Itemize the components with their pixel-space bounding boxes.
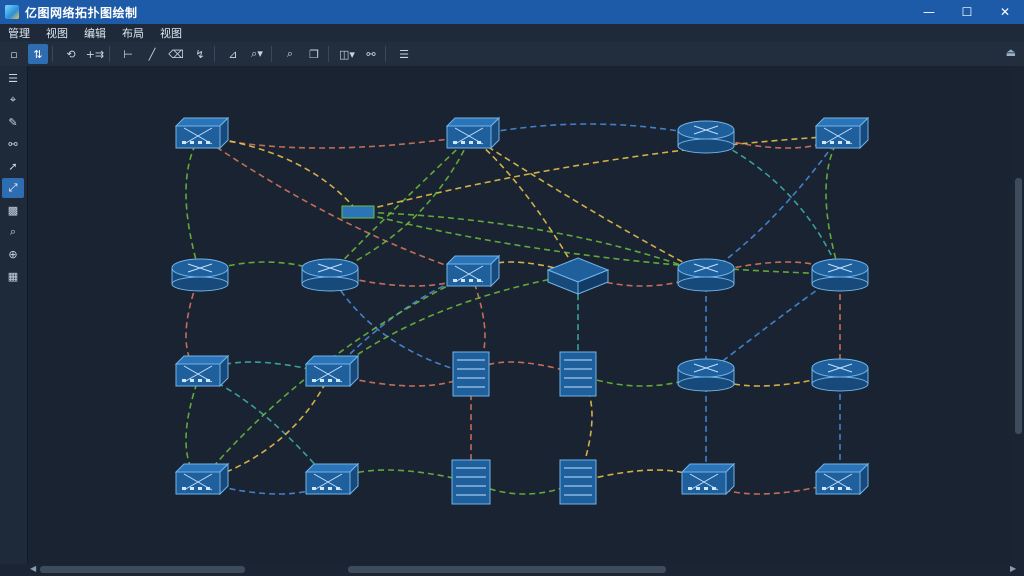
- menu-item-view[interactable]: 视图: [38, 25, 76, 41]
- window-controls: — ☐ ✕: [910, 0, 1024, 24]
- sidebar-pointer-icon[interactable]: ⌖: [2, 90, 24, 110]
- window-title: 亿图网络拓扑图绘制: [25, 5, 138, 20]
- network-link: [470, 123, 707, 137]
- network-link: [357, 211, 707, 275]
- app-logo-icon: [5, 5, 19, 19]
- menu-item-edit[interactable]: 编辑: [76, 25, 114, 41]
- network-topology-diagram[interactable]: [28, 66, 1012, 564]
- toolbar-separator: [52, 46, 53, 62]
- switch-node[interactable]: [174, 116, 230, 150]
- switch-node[interactable]: [174, 462, 230, 496]
- network-link: [199, 135, 472, 149]
- network-link: [705, 135, 841, 275]
- toolbar-copy-button[interactable]: ❐: [304, 44, 324, 64]
- switch-node[interactable]: [814, 462, 870, 496]
- sidebar-pen-icon[interactable]: ✎: [2, 112, 24, 132]
- title-bar: 亿图网络拓扑图绘制 — ☐ ✕: [0, 0, 1024, 24]
- router-node[interactable]: [811, 358, 869, 392]
- close-button[interactable]: ✕: [986, 0, 1024, 24]
- box-node[interactable]: [546, 257, 610, 295]
- sidebar-menu-icon[interactable]: ☰: [2, 68, 24, 88]
- link-layer: [185, 123, 841, 495]
- maximize-button[interactable]: ☐: [948, 0, 986, 24]
- switch-node[interactable]: [304, 462, 360, 496]
- horizontal-scroll-thumb-1[interactable]: [40, 566, 245, 573]
- sidebar-box-icon[interactable]: ▩: [2, 200, 24, 220]
- toolbar-curve-button[interactable]: ↯: [190, 44, 210, 64]
- network-link: [329, 135, 472, 275]
- server-node[interactable]: [452, 351, 490, 397]
- menu-bar: 管理 视图 编辑 布局 视图: [0, 24, 1024, 42]
- toolbar-separator: [214, 46, 215, 62]
- switch-node[interactable]: [680, 462, 736, 496]
- toolbar: ▫ ⇅ ⟲ +⇉ ⊢ ╱ ⌫ ↯ ⊿ ⌕▾ ⌕ ❐ ◫▾ ⚯ ☰ ⏏: [0, 42, 1024, 67]
- server-node[interactable]: [559, 351, 597, 397]
- vertical-scrollbar[interactable]: [1013, 66, 1024, 564]
- scroll-right-icon[interactable]: ▶: [1010, 564, 1016, 573]
- network-link: [470, 135, 707, 275]
- router-node[interactable]: [301, 258, 359, 292]
- menu-item-layout[interactable]: 布局: [114, 25, 152, 41]
- sidebar-link-icon[interactable]: ⚯: [2, 134, 24, 154]
- toolbar-eraser-button[interactable]: ⌫: [166, 44, 186, 64]
- server-node[interactable]: [559, 459, 597, 505]
- router-node[interactable]: [171, 258, 229, 292]
- toolbar-zoom-button[interactable]: ⌕▾: [247, 44, 267, 64]
- menu-item-view-2[interactable]: 视图: [152, 25, 190, 41]
- router-node[interactable]: [677, 358, 735, 392]
- sidebar-arrow-icon[interactable]: ➚: [2, 156, 24, 176]
- network-link: [185, 135, 201, 275]
- switch-node[interactable]: [174, 354, 230, 388]
- switch-node[interactable]: [304, 354, 360, 388]
- network-link: [329, 135, 472, 275]
- toolbar-plus-button[interactable]: +⇉: [85, 44, 105, 64]
- switch-node[interactable]: [445, 254, 501, 288]
- sidebar-panel-icon[interactable]: ▦: [2, 266, 24, 286]
- toolbar-separator: [271, 46, 272, 62]
- router-node[interactable]: [811, 258, 869, 292]
- rack-node[interactable]: [451, 459, 491, 505]
- sidebar-search-icon[interactable]: ⌕: [2, 222, 24, 242]
- collapse-ribbon-button[interactable]: ⏏: [1006, 46, 1016, 59]
- toolbar-shape-button[interactable]: ⊿: [223, 44, 243, 64]
- network-link: [199, 135, 472, 275]
- toolbar-search-button[interactable]: ⌕: [280, 44, 300, 64]
- toolbar-connector-button[interactable]: ⊢: [118, 44, 138, 64]
- router-node[interactable]: [677, 258, 735, 292]
- toolbar-lasso-button[interactable]: ⟲: [61, 44, 81, 64]
- switch-node[interactable]: [814, 116, 870, 150]
- toolbar-layout-button[interactable]: ⇅: [28, 44, 48, 64]
- toolbar-rect-button[interactable]: ▫: [4, 44, 24, 64]
- switch-node[interactable]: [445, 116, 501, 150]
- toolbar-view-button[interactable]: ◫▾: [337, 44, 357, 64]
- horizontal-scroll-thumb-2[interactable]: [348, 566, 666, 573]
- minimize-button[interactable]: —: [910, 0, 948, 24]
- toolbar-separator: [328, 46, 329, 62]
- sidebar-zoom-icon[interactable]: ⊕: [2, 244, 24, 264]
- diagram-canvas[interactable]: [28, 66, 1012, 564]
- toolbar-line-button[interactable]: ╱: [142, 44, 162, 64]
- toolbar-link-button[interactable]: ⚯: [361, 44, 381, 64]
- menu-item-manage[interactable]: 管理: [0, 25, 38, 41]
- router-node[interactable]: [677, 120, 735, 154]
- toolbar-separator: [109, 46, 110, 62]
- hub-node[interactable]: [341, 205, 375, 219]
- horizontal-scrollbar[interactable]: ◀ ▶: [28, 564, 1024, 576]
- toolbar-separator: [385, 46, 386, 62]
- network-link: [470, 135, 579, 275]
- toolbar-list-button[interactable]: ☰: [394, 44, 414, 64]
- scroll-left-icon[interactable]: ◀: [30, 564, 36, 573]
- sidebar-connector-icon[interactable]: ⤢: [2, 178, 24, 198]
- vertical-scroll-thumb[interactable]: [1015, 178, 1022, 434]
- network-link: [825, 135, 841, 275]
- left-tool-sidebar: ☰ ⌖ ✎ ⚯ ➚ ⤢ ▩ ⌕ ⊕ ▦: [0, 66, 28, 564]
- network-link: [705, 135, 841, 275]
